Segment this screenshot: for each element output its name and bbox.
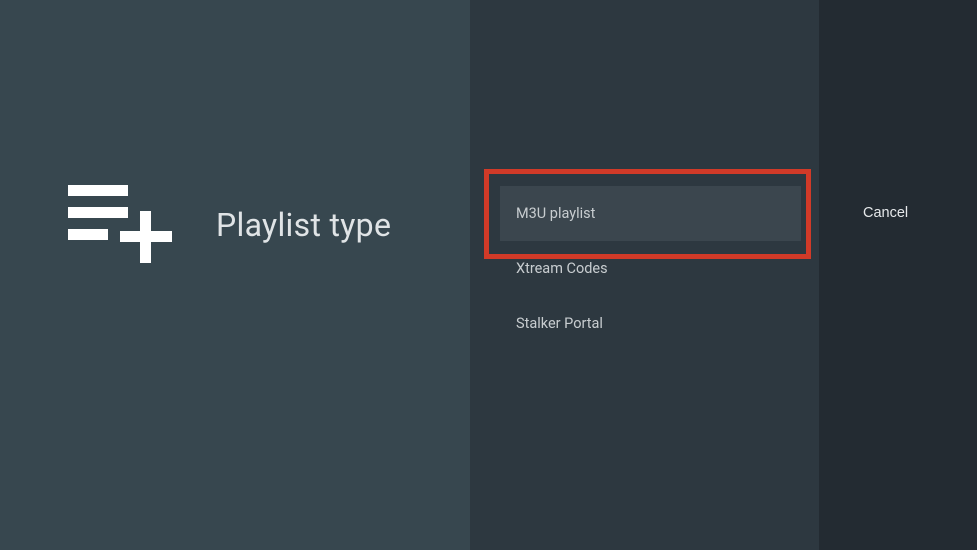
actions-panel: Cancel (819, 0, 977, 550)
option-label: Xtream Codes (516, 260, 608, 277)
playlist-add-icon (68, 185, 178, 265)
page-title: Playlist type (216, 206, 391, 244)
option-label: M3U playlist (516, 205, 595, 222)
option-stalker-portal[interactable]: Stalker Portal (484, 296, 805, 351)
title-section: Playlist type (68, 185, 391, 265)
option-m3u-playlist[interactable]: M3U playlist (500, 186, 801, 241)
options-panel: M3U playlist Xtream Codes Stalker Portal (470, 0, 819, 550)
option-list: M3U playlist Xtream Codes Stalker Portal (484, 169, 805, 351)
title-panel: Playlist type (0, 0, 470, 550)
option-label: Stalker Portal (516, 315, 603, 332)
option-xtream-codes[interactable]: Xtream Codes (484, 241, 805, 296)
cancel-button[interactable]: Cancel (863, 205, 908, 221)
